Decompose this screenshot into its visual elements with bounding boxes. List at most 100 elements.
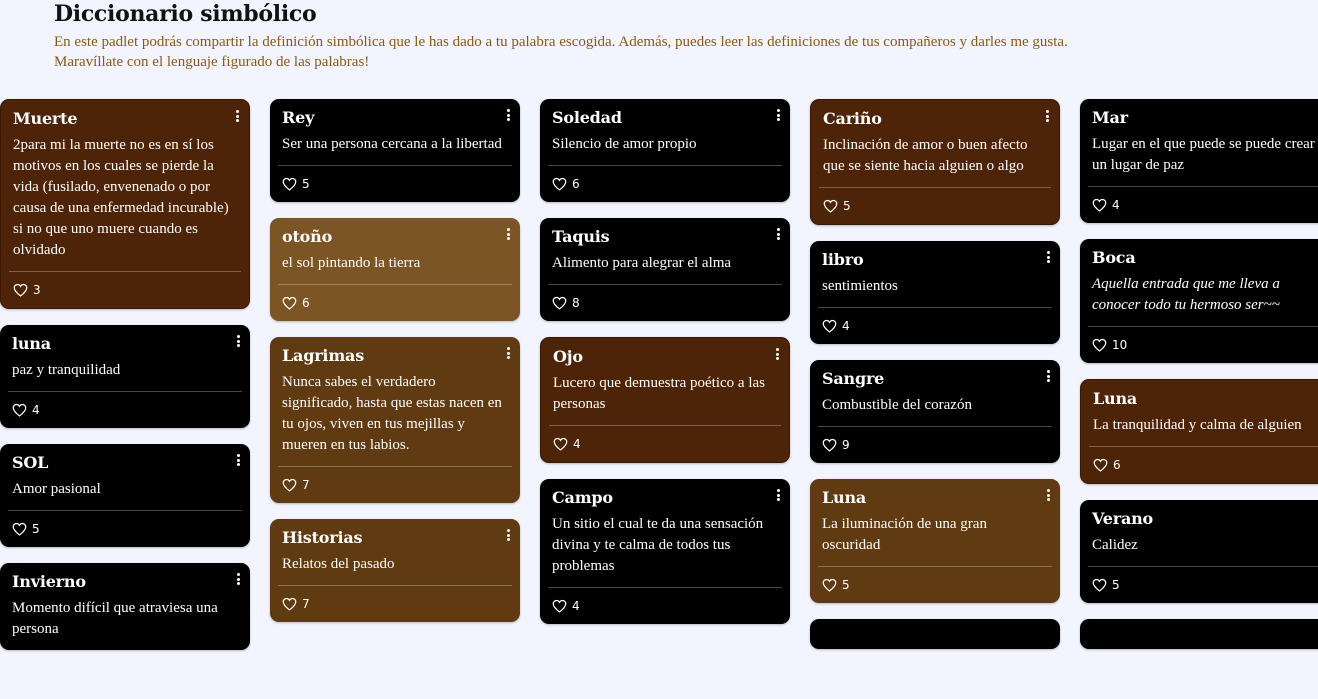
- like-count: 5: [1112, 578, 1120, 592]
- post-card[interactable]: Verano Calidez 5: [1080, 500, 1318, 603]
- vertical-dots-icon[interactable]: [234, 452, 242, 468]
- vertical-dots-icon[interactable]: [504, 345, 512, 361]
- post-card[interactable]: otoño el sol pintando la tierra 6: [270, 218, 520, 321]
- like-button[interactable]: 3: [13, 283, 41, 297]
- post-footer: 6: [1081, 447, 1318, 483]
- post-body: Silencio de amor propio: [552, 136, 697, 152]
- like-button[interactable]: 5: [822, 578, 850, 592]
- post-body: Lucero que demuestra poético a las perso…: [553, 375, 765, 412]
- post-card[interactable]: luna paz y tranquilidad 4: [0, 325, 250, 428]
- post-body: 2para mi la muerte no es en sí los motiv…: [13, 137, 229, 258]
- like-button[interactable]: 8: [552, 296, 580, 310]
- post-title: Campo: [552, 488, 613, 507]
- heart-outline-icon: [1093, 458, 1108, 472]
- vertical-dots-icon[interactable]: [234, 571, 242, 587]
- post-card[interactable]: libro sentimientos 4: [810, 241, 1060, 344]
- post-card[interactable]: Luna La iluminación de una gran oscurida…: [810, 479, 1060, 603]
- like-button[interactable]: 5: [12, 522, 40, 536]
- post-card[interactable]: Invierno Momento difícil que atraviesa u…: [0, 563, 250, 650]
- post-card[interactable]: [1080, 619, 1318, 649]
- like-button[interactable]: 4: [552, 599, 580, 613]
- like-button[interactable]: 6: [552, 177, 580, 191]
- post-footer: 4: [810, 308, 1060, 344]
- post-title: Soledad: [552, 108, 622, 127]
- vertical-dots-icon[interactable]: [504, 107, 512, 123]
- post-card[interactable]: Ojo Lucero que demuestra poético a las p…: [540, 337, 790, 463]
- post-body: Combustible del corazón: [822, 397, 972, 413]
- post-card[interactable]: Luna La tranquilidad y calma de alguien …: [1080, 379, 1318, 484]
- like-button[interactable]: 7: [282, 597, 310, 611]
- heart-outline-icon: [822, 438, 837, 452]
- post-footer: 8: [540, 285, 790, 321]
- vertical-dots-icon[interactable]: [774, 107, 782, 123]
- post-card[interactable]: Mar Lugar en el que puede se puede crear…: [1080, 99, 1318, 223]
- post-card[interactable]: [810, 619, 1060, 649]
- vertical-dots-icon[interactable]: [504, 226, 512, 242]
- vertical-dots-icon[interactable]: [1044, 249, 1052, 265]
- post-title: libro: [822, 250, 864, 269]
- like-button[interactable]: 4: [822, 319, 850, 333]
- like-count: 5: [843, 199, 851, 213]
- post-title: Taquis: [552, 227, 610, 246]
- vertical-dots-icon[interactable]: [773, 346, 781, 362]
- post-card[interactable]: Muerte 2para mi la muerte no es en sí lo…: [0, 99, 250, 309]
- post-footer: 5: [811, 188, 1059, 224]
- post-footer: 7: [270, 467, 520, 503]
- post-body: Lugar en el que puede se puede crear un …: [1092, 136, 1315, 173]
- post-body: Relatos del pasado: [282, 556, 395, 572]
- post-title: Mar: [1092, 108, 1128, 127]
- vertical-dots-icon[interactable]: [504, 527, 512, 543]
- vertical-dots-icon[interactable]: [1044, 487, 1052, 503]
- post-footer: 7: [270, 586, 520, 622]
- heart-outline-icon: [1092, 578, 1107, 592]
- post-body: La iluminación de una gran oscuridad: [822, 516, 987, 553]
- like-button[interactable]: 7: [282, 478, 310, 492]
- vertical-dots-icon[interactable]: [774, 487, 782, 503]
- vertical-dots-icon[interactable]: [234, 333, 242, 349]
- post-footer: 10: [1080, 327, 1318, 363]
- post-card[interactable]: SOL Amor pasional 5: [0, 444, 250, 547]
- post-body: Inclinación de amor o buen afecto que se…: [823, 137, 1028, 174]
- post-title: Luna: [1093, 389, 1138, 408]
- like-count: 6: [1113, 458, 1121, 472]
- post-card[interactable]: Sangre Combustible del corazón 9: [810, 360, 1060, 463]
- post-title: Muerte: [13, 109, 78, 128]
- heart-outline-icon: [552, 599, 567, 613]
- like-button[interactable]: 4: [1092, 198, 1120, 212]
- like-count: 7: [302, 597, 310, 611]
- column-4: Cariño Inclinación de amor o buen afecto…: [810, 99, 1060, 665]
- post-card[interactable]: Cariño Inclinación de amor o buen afecto…: [810, 99, 1060, 225]
- like-button[interactable]: 5: [282, 177, 310, 191]
- vertical-dots-icon[interactable]: [774, 226, 782, 242]
- like-button[interactable]: 9: [822, 438, 850, 452]
- post-footer: 4: [1080, 187, 1318, 223]
- post-card[interactable]: Campo Un sitio el cual te da una sensaci…: [540, 479, 790, 624]
- like-button[interactable]: 10: [1092, 338, 1127, 352]
- like-count: 6: [302, 296, 310, 310]
- vertical-dots-icon[interactable]: [233, 108, 241, 124]
- post-card[interactable]: Taquis Alimento para alegrar el alma 8: [540, 218, 790, 321]
- like-count: 5: [32, 522, 40, 536]
- post-card[interactable]: Rey Ser una persona cercana a la liberta…: [270, 99, 520, 202]
- like-button[interactable]: 6: [282, 296, 310, 310]
- post-title: SOL: [12, 453, 49, 472]
- heart-outline-icon: [822, 319, 837, 333]
- vertical-dots-icon[interactable]: [1043, 108, 1051, 124]
- post-card[interactable]: Soledad Silencio de amor propio 6: [540, 99, 790, 202]
- post-footer: 6: [540, 166, 790, 202]
- post-title: Verano: [1092, 509, 1154, 528]
- like-button[interactable]: 5: [1092, 578, 1120, 592]
- like-button[interactable]: 4: [12, 403, 40, 417]
- like-button[interactable]: 6: [1093, 458, 1121, 472]
- like-count: 10: [1112, 338, 1128, 352]
- post-card[interactable]: Lagrimas Nunca sabes el verdadero signif…: [270, 337, 520, 503]
- post-footer: 6: [270, 285, 520, 321]
- like-button[interactable]: 5: [823, 199, 851, 213]
- like-button[interactable]: 4: [553, 437, 581, 451]
- vertical-dots-icon[interactable]: [1044, 368, 1052, 384]
- post-body: Momento difícil que atraviesa una person…: [12, 600, 218, 637]
- post-title: Luna: [822, 488, 867, 507]
- post-card[interactable]: Boca Aquella entrada que me lleva a cono…: [1080, 239, 1318, 363]
- post-card[interactable]: Historias Relatos del pasado 7: [270, 519, 520, 622]
- post-footer: 3: [1, 272, 249, 308]
